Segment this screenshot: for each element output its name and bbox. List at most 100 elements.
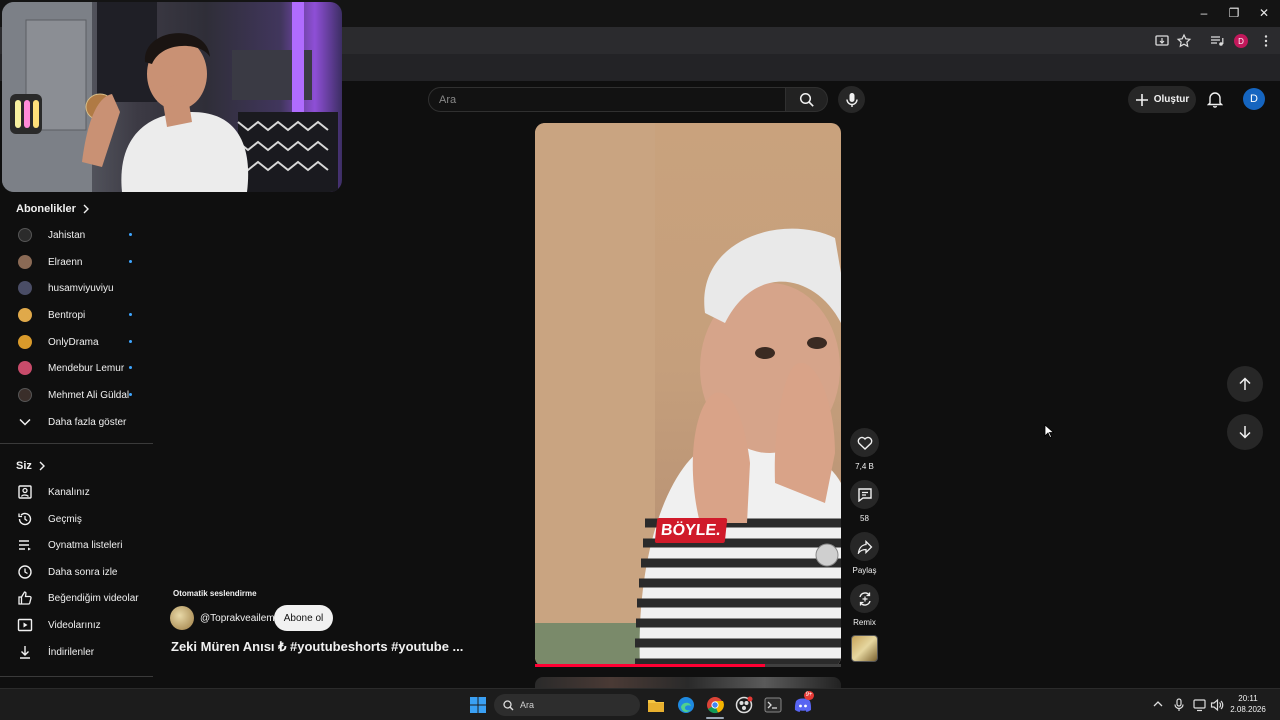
bell-icon [1207,90,1223,108]
short-video-player[interactable] [535,123,841,667]
channel-avatar [18,255,32,269]
you-heading[interactable]: Siz [16,460,46,472]
channel-avatar [18,308,32,322]
windows-start-icon[interactable] [468,695,488,715]
sidebar-item-label: Videolarınız [48,619,101,631]
sidebar-item-label: Beğendiğim videolar [48,592,139,604]
like-button[interactable] [850,428,879,457]
share-button[interactable] [850,532,879,561]
previous-short-button[interactable] [1227,366,1263,402]
terminal-icon[interactable] [763,695,783,715]
video-caption-text: BÖYLE. [654,518,727,543]
sidebar-channel-onlydrama[interactable]: OnlyDrama [10,330,150,354]
search-icon [799,92,815,108]
new-content-dot [129,313,132,316]
sidebar-item-history[interactable]: Geçmiş [10,507,150,531]
display-tray-icon[interactable] [1193,698,1207,712]
video-title[interactable]: Zeki Müren Anısı ₺ #youtubeshorts #youtu… [171,639,463,655]
create-button[interactable]: Oluştur [1128,86,1196,113]
taskbar-search[interactable]: Ara [494,694,640,716]
share-label: Paylaş [852,566,877,575]
chevron-right-icon [38,461,46,471]
channel-name: Jahistan [48,229,86,241]
chevron-up-icon[interactable] [1152,698,1166,712]
new-content-dot [129,233,132,236]
discord-icon[interactable]: 9+ [793,691,814,715]
obs-icon[interactable] [734,695,754,715]
channel-avatar [18,361,32,375]
channel-name: OnlyDrama [48,336,99,348]
chevron-down-icon [14,411,36,433]
sidebar-channel-bentropi[interactable]: Bentropi [10,303,150,327]
channel-name: husamviyuviyu [48,282,114,294]
channel-avatar[interactable] [170,606,194,630]
share-icon [857,539,873,554]
sidebar-item-liked-videos[interactable]: Beğendiğim videolar [10,586,150,610]
search-input[interactable] [439,92,769,108]
show-more-label: Daha fazla göster [48,416,127,428]
webcam-overlay [2,2,342,192]
next-short-preview[interactable] [535,677,841,688]
video-progress-bar[interactable] [535,664,841,667]
sidebar-item-your-channel[interactable]: Kanalınız [10,480,150,504]
like-count: 7,4 B [855,462,874,471]
voice-search-button[interactable] [838,86,865,113]
channel-avatar [18,388,32,402]
channel-avatar [18,228,32,242]
system-clock[interactable]: 20:11 2.08.2026 [1228,693,1268,715]
channel-name: Mendebur Lemur [48,362,125,374]
volume-icon[interactable] [1210,698,1224,712]
channel-avatar [18,335,32,349]
channel-handle[interactable]: @Toprakveailem [200,613,275,624]
file-explorer-icon[interactable] [646,695,666,715]
profile-icon[interactable]: D [1233,33,1249,49]
channel-name: Elraenn [48,256,83,268]
account-avatar[interactable]: D [1243,88,1265,110]
sidebar-show-more[interactable]: Daha fazla göster [10,410,150,434]
microphone-tray-icon[interactable] [1173,698,1187,712]
sidebar-item-playlists[interactable]: Oynatma listeleri [10,533,150,557]
next-short-button[interactable] [1227,414,1263,450]
sidebar-channel-jahistan[interactable]: Jahistan [10,223,150,247]
sound-thumbnail[interactable] [851,635,878,662]
sidebar-item-label: İndirilenler [48,646,95,658]
clock-date: 2.08.2026 [1230,705,1266,714]
heart-icon [857,436,873,450]
subscribe-button[interactable]: Abone ol [274,605,333,631]
restore-button[interactable]: ❐ [1220,4,1248,22]
edge-browser-icon[interactable] [676,695,696,715]
sidebar-item-label: Oynatma listeleri [48,539,123,551]
you-title: Siz [16,460,32,472]
taskbar-search-label: Ara [520,700,535,710]
new-content-dot [129,393,132,396]
history-icon [14,508,36,530]
notifications-button[interactable] [1204,88,1226,110]
sidebar-channel-mendebur-lemur[interactable]: Mendebur Lemur [10,356,150,380]
sidebar-channel-elraenn[interactable]: Elraenn [10,250,150,274]
sidebar-item-label: Daha sonra izle [48,566,118,578]
install-app-icon[interactable] [1154,33,1170,49]
close-window-button[interactable]: ✕ [1250,4,1278,22]
remix-button[interactable] [850,584,879,613]
sidebar-channel-mehmet-ali-guldal[interactable]: Mehmet Ali Güldal [10,383,150,407]
subscriptions-heading[interactable]: Abonelikler [16,203,90,215]
search-button[interactable] [786,87,828,112]
video-progress-fill [535,664,765,667]
remix-icon [857,591,873,607]
chevron-right-icon [82,204,90,214]
chrome-menu-icon[interactable] [1258,33,1274,49]
comments-button[interactable] [850,480,879,509]
sidebar-channel-husamviyuviyu[interactable]: husamviyuviyu [10,276,150,300]
bookmark-star-icon[interactable] [1176,33,1192,49]
plus-icon [1135,93,1149,107]
svg-text:D: D [1238,37,1244,46]
sidebar-item-your-videos[interactable]: Videolarınız [10,613,150,637]
arrow-up-icon [1238,377,1252,391]
sidebar-item-watch-later[interactable]: Daha sonra izle [10,560,150,584]
chrome-icon[interactable] [705,695,725,715]
media-control-icon[interactable] [1209,33,1225,49]
minimize-button[interactable]: – [1190,4,1218,22]
sidebar-item-downloads[interactable]: İndirilenler [10,640,150,664]
new-content-dot [129,366,132,369]
search-box[interactable] [428,87,786,112]
